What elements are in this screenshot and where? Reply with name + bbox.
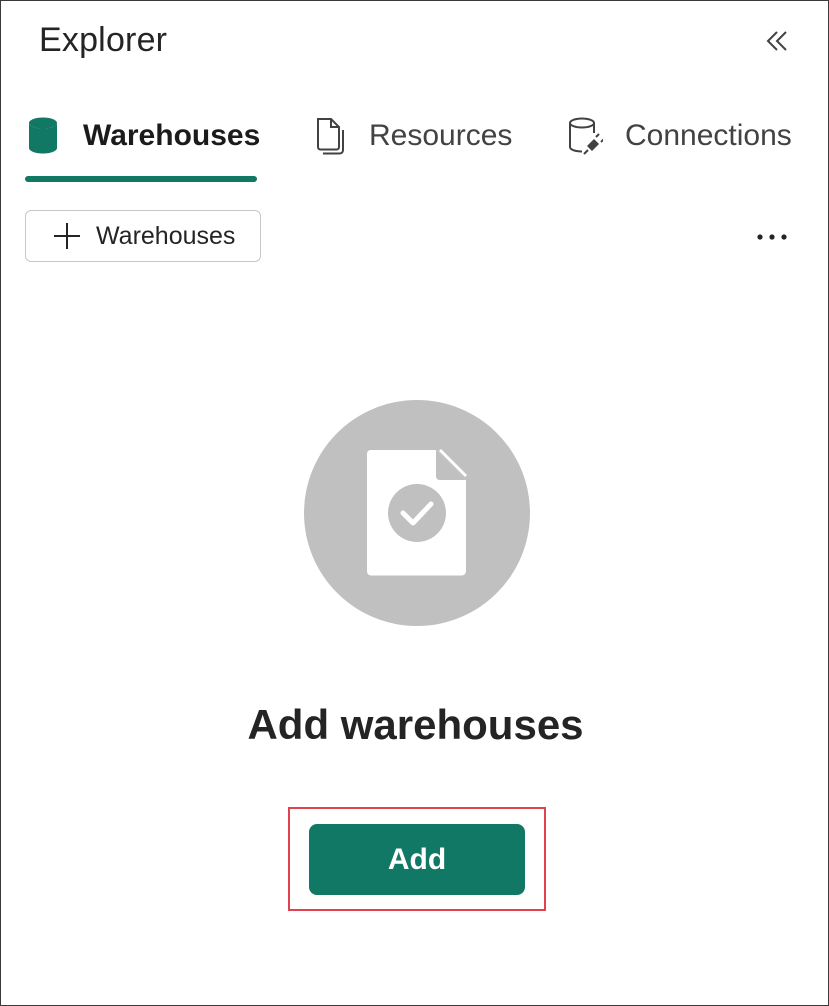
tab-bar: Warehouses Resources Connections (25, 101, 815, 185)
collapse-panel-button[interactable] (759, 23, 795, 59)
documents-icon (311, 116, 347, 156)
empty-state-title: Add warehouses (247, 701, 584, 748)
document-check-icon (304, 400, 530, 626)
tab-warehouses-label: Warehouses (83, 119, 261, 152)
more-options-button[interactable] (749, 219, 795, 255)
add-warehouses-button[interactable]: Warehouses (25, 210, 261, 262)
tab-connections[interactable]: Connections (567, 101, 792, 171)
database-plug-icon (567, 116, 603, 156)
add-button[interactable]: Add (309, 824, 525, 895)
tab-connections-label: Connections (625, 119, 792, 152)
add-warehouses-label: Warehouses (96, 221, 236, 250)
tab-resources-label: Resources (369, 119, 513, 152)
database-icon (25, 116, 61, 156)
more-horizontal-icon (757, 234, 787, 240)
panel-title: Explorer (39, 21, 168, 59)
tab-warehouses[interactable]: Warehouses (25, 101, 260, 171)
active-tab-indicator (25, 176, 257, 182)
double-chevron-left-icon (766, 31, 787, 51)
tab-resources[interactable]: Resources (311, 101, 512, 171)
plus-icon (52, 221, 82, 251)
explorer-panel: Explorer Warehouses Resources Connection… (0, 0, 829, 1006)
